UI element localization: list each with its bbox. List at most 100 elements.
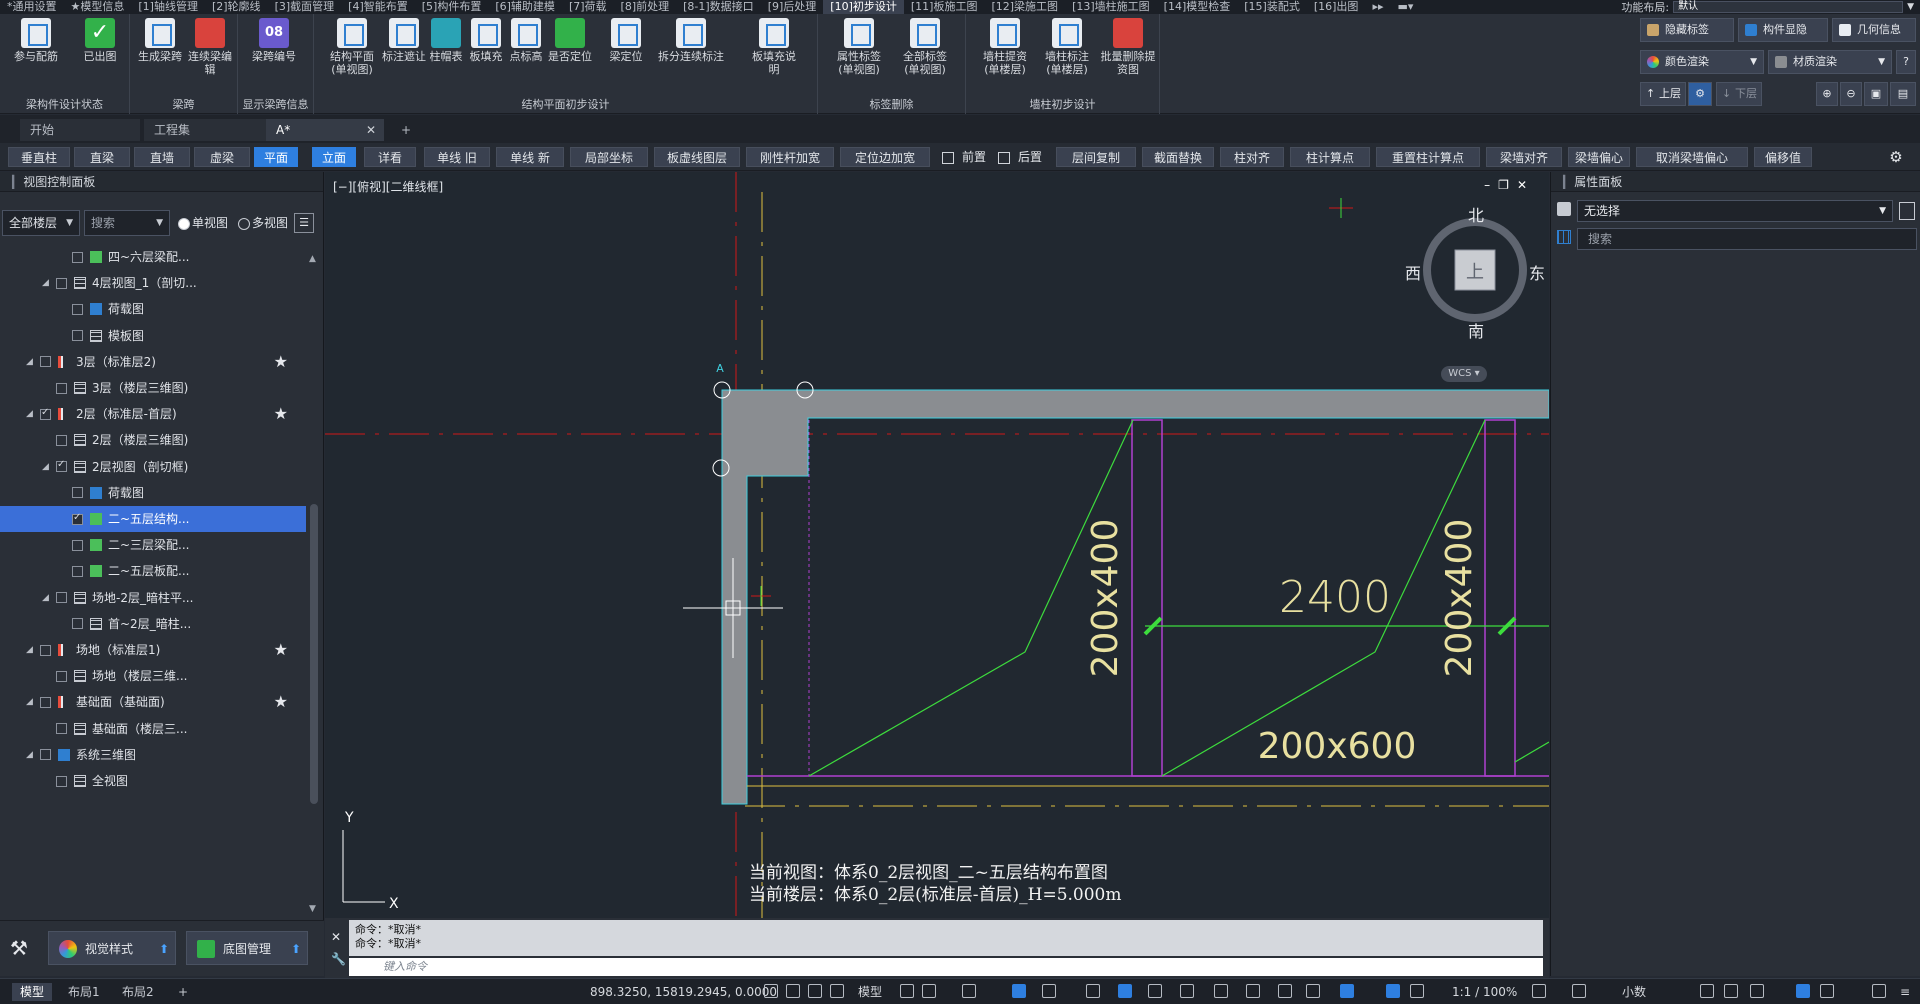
snap-icon[interactable] bbox=[764, 984, 778, 998]
full-view-button[interactable]: ▤ bbox=[1890, 82, 1916, 106]
expand-icon[interactable]: ◢ bbox=[26, 742, 33, 768]
beam-wall-eccentric-button[interactable]: 梁墙偏心 bbox=[1568, 147, 1630, 167]
annotation-scale[interactable]: 1:1 / 100% bbox=[1452, 983, 1517, 1001]
star-icon[interactable]: ★ bbox=[274, 349, 288, 375]
grid-view-icon[interactable] bbox=[1557, 230, 1571, 244]
tree-node-checkbox[interactable] bbox=[56, 452, 67, 478]
compass-east[interactable]: 东 bbox=[1529, 260, 1545, 284]
isolate-objects-icon[interactable] bbox=[1750, 984, 1764, 998]
tab-active-document[interactable]: A* ✕ bbox=[266, 119, 384, 141]
lineweight-icon[interactable] bbox=[1148, 984, 1162, 998]
menu-item-beam-drawing[interactable]: [12]梁施工图 bbox=[984, 0, 1065, 14]
dim-text-beam-1[interactable]: 200x400 bbox=[1085, 519, 1126, 678]
star-icon[interactable]: ★ bbox=[274, 401, 288, 427]
clean-screen-icon[interactable] bbox=[1820, 984, 1834, 998]
zoom-out-button[interactable]: ⊖ bbox=[1840, 82, 1862, 106]
compass-west[interactable]: 西 bbox=[1405, 260, 1421, 284]
compass-north[interactable]: 北 bbox=[1468, 202, 1484, 226]
geometry-info-button[interactable]: 几何信息 bbox=[1832, 18, 1916, 42]
expand-icon[interactable]: ◢ bbox=[42, 270, 49, 296]
drawn-button[interactable]: 已出图 bbox=[78, 18, 122, 63]
annotation-visibility-icon[interactable] bbox=[1386, 984, 1400, 998]
hamburger-menu-icon[interactable]: ☰ bbox=[294, 213, 314, 233]
floor-filter-select[interactable]: 全部楼层 bbox=[2, 210, 80, 236]
tree-node-checkbox[interactable] bbox=[40, 749, 51, 761]
expand-icon[interactable]: ◢ bbox=[26, 637, 33, 663]
filter-icon[interactable] bbox=[1306, 984, 1320, 998]
column-2[interactable] bbox=[1484, 419, 1516, 777]
floor-settings-button[interactable]: ⚙ bbox=[1688, 82, 1712, 106]
add-layout-button[interactable]: + bbox=[170, 983, 196, 1001]
single-view-radio[interactable]: 单视图 bbox=[176, 214, 228, 232]
tree-node-checkbox[interactable] bbox=[56, 723, 67, 735]
straight-wall-button[interactable]: 直墙 bbox=[134, 147, 190, 167]
dynamic-ucs-icon[interactable] bbox=[1278, 984, 1292, 998]
add-tab-button[interactable]: + bbox=[394, 119, 418, 141]
tree-node[interactable]: 荷载图 bbox=[0, 480, 306, 506]
tree-node[interactable]: 二~五层结构... bbox=[0, 505, 306, 533]
layout-tab-1[interactable]: 布局1 bbox=[60, 983, 108, 1001]
quick-properties-icon[interactable] bbox=[1700, 984, 1714, 998]
tree-node-checkbox[interactable] bbox=[72, 487, 83, 499]
wall-outline[interactable] bbox=[721, 389, 1549, 805]
elevation-view-button[interactable]: 立面 bbox=[312, 147, 356, 167]
delete-all-labels-button[interactable]: 全部标签(单视图) bbox=[896, 18, 954, 76]
expand-icon[interactable]: ◢ bbox=[26, 401, 33, 427]
label-avoid-button[interactable]: 标注遮让 bbox=[382, 18, 426, 63]
tree-node[interactable]: ◢ 4层视图_1（剖切... bbox=[0, 270, 306, 296]
column-cap-table-button[interactable]: 柱帽表 bbox=[424, 18, 468, 63]
customize-icon[interactable] bbox=[1872, 984, 1886, 998]
menu-item-prefab[interactable]: [15]装配式 bbox=[1237, 0, 1307, 14]
menu-item-model-check[interactable]: [14]模型检查 bbox=[1157, 0, 1238, 14]
tree-node-checkbox[interactable] bbox=[72, 565, 83, 577]
snap-mode-icon[interactable] bbox=[922, 984, 936, 998]
star-icon[interactable]: ★ bbox=[274, 637, 288, 663]
more-menu-icon[interactable]: ▸▸ bbox=[1365, 0, 1390, 14]
layout-select[interactable]: 默认 bbox=[1673, 1, 1904, 13]
tree-node[interactable]: ◢ 场地（标准层1) ★ bbox=[0, 637, 306, 663]
quick-select-icon[interactable] bbox=[1899, 202, 1915, 220]
dim-text-beam-3[interactable]: 200x600 bbox=[1258, 726, 1417, 767]
menu-item-smart-layout[interactable]: [4]智能布置 bbox=[341, 0, 415, 14]
material-render-button[interactable]: 材质渲染 ▼ bbox=[1768, 50, 1892, 74]
beam-span-number-button[interactable]: 梁跨编号 bbox=[252, 18, 296, 63]
wall-column-label-button[interactable]: 墙柱标注(单楼层) bbox=[1038, 18, 1096, 76]
plan-view-button[interactable]: 平面 bbox=[254, 147, 298, 167]
tree-node[interactable]: ◢ 系统三维图 bbox=[0, 742, 306, 768]
command-input[interactable]: 键入命令 bbox=[349, 958, 1543, 976]
delete-attribute-labels-button[interactable]: 属性标签(单视图) bbox=[830, 18, 888, 76]
menu-item-axis[interactable]: [1]轴线管理 bbox=[131, 0, 205, 14]
tree-node-checkbox[interactable] bbox=[40, 400, 51, 426]
dim-text-beam-2[interactable]: 200x400 bbox=[1439, 519, 1480, 678]
layout-dropdown-icon[interactable]: ▼ bbox=[1907, 2, 1914, 12]
tree-node-checkbox[interactable] bbox=[56, 592, 67, 604]
cancel-beam-wall-eccentric-button[interactable]: 取消梁墙偏心 bbox=[1636, 147, 1748, 167]
scrollbar-thumb[interactable] bbox=[310, 504, 318, 804]
tree-node[interactable]: 3层（楼层三维图) bbox=[0, 375, 306, 401]
tree-node-checkbox[interactable] bbox=[40, 696, 51, 708]
close-icon[interactable]: ✕ bbox=[366, 119, 376, 141]
tree-node-checkbox[interactable] bbox=[40, 644, 51, 656]
batch-delete-submit-button[interactable]: 批量删除提资图 bbox=[1100, 18, 1156, 76]
tree-node[interactable]: 基础面（楼层三... bbox=[0, 716, 306, 742]
slab-fill-note-button[interactable]: 板填充说明 bbox=[750, 18, 798, 76]
tree-node-checkbox[interactable] bbox=[72, 251, 83, 263]
multi-view-radio[interactable]: 多视图 bbox=[236, 214, 288, 232]
vertical-column-button[interactable]: 垂直柱 bbox=[8, 147, 70, 167]
split-continuous-label-button[interactable]: 拆分连续标注 bbox=[650, 18, 732, 63]
menu-item-slab-drawing[interactable]: [11]板施工图 bbox=[904, 0, 985, 14]
zoom-in-button[interactable]: ⊕ bbox=[1816, 82, 1838, 106]
reset-column-calc-point-button[interactable]: 重置柱计算点 bbox=[1376, 147, 1480, 167]
menu-item-preliminary-design[interactable]: [10]初步设计 bbox=[823, 0, 904, 14]
tree-node[interactable]: 2层（楼层三维图) bbox=[0, 427, 306, 453]
tree-node-checkbox[interactable] bbox=[72, 539, 83, 551]
tree-node[interactable]: 模板图 bbox=[0, 323, 306, 349]
lock-ui-icon[interactable] bbox=[1724, 984, 1738, 998]
tree-node-checkbox[interactable] bbox=[56, 670, 67, 682]
tab-project-set[interactable]: 工程集 bbox=[144, 119, 272, 141]
tools-icon[interactable]: ⚒ bbox=[4, 933, 34, 963]
settings-gear-button[interactable]: ⚙ bbox=[1884, 147, 1908, 167]
tree-node[interactable]: 二~三层梁配... bbox=[0, 532, 306, 558]
color-render-button[interactable]: 颜色渲染 ▼ bbox=[1640, 50, 1764, 74]
menu-item-general-settings[interactable]: *通用设置 bbox=[0, 0, 64, 14]
